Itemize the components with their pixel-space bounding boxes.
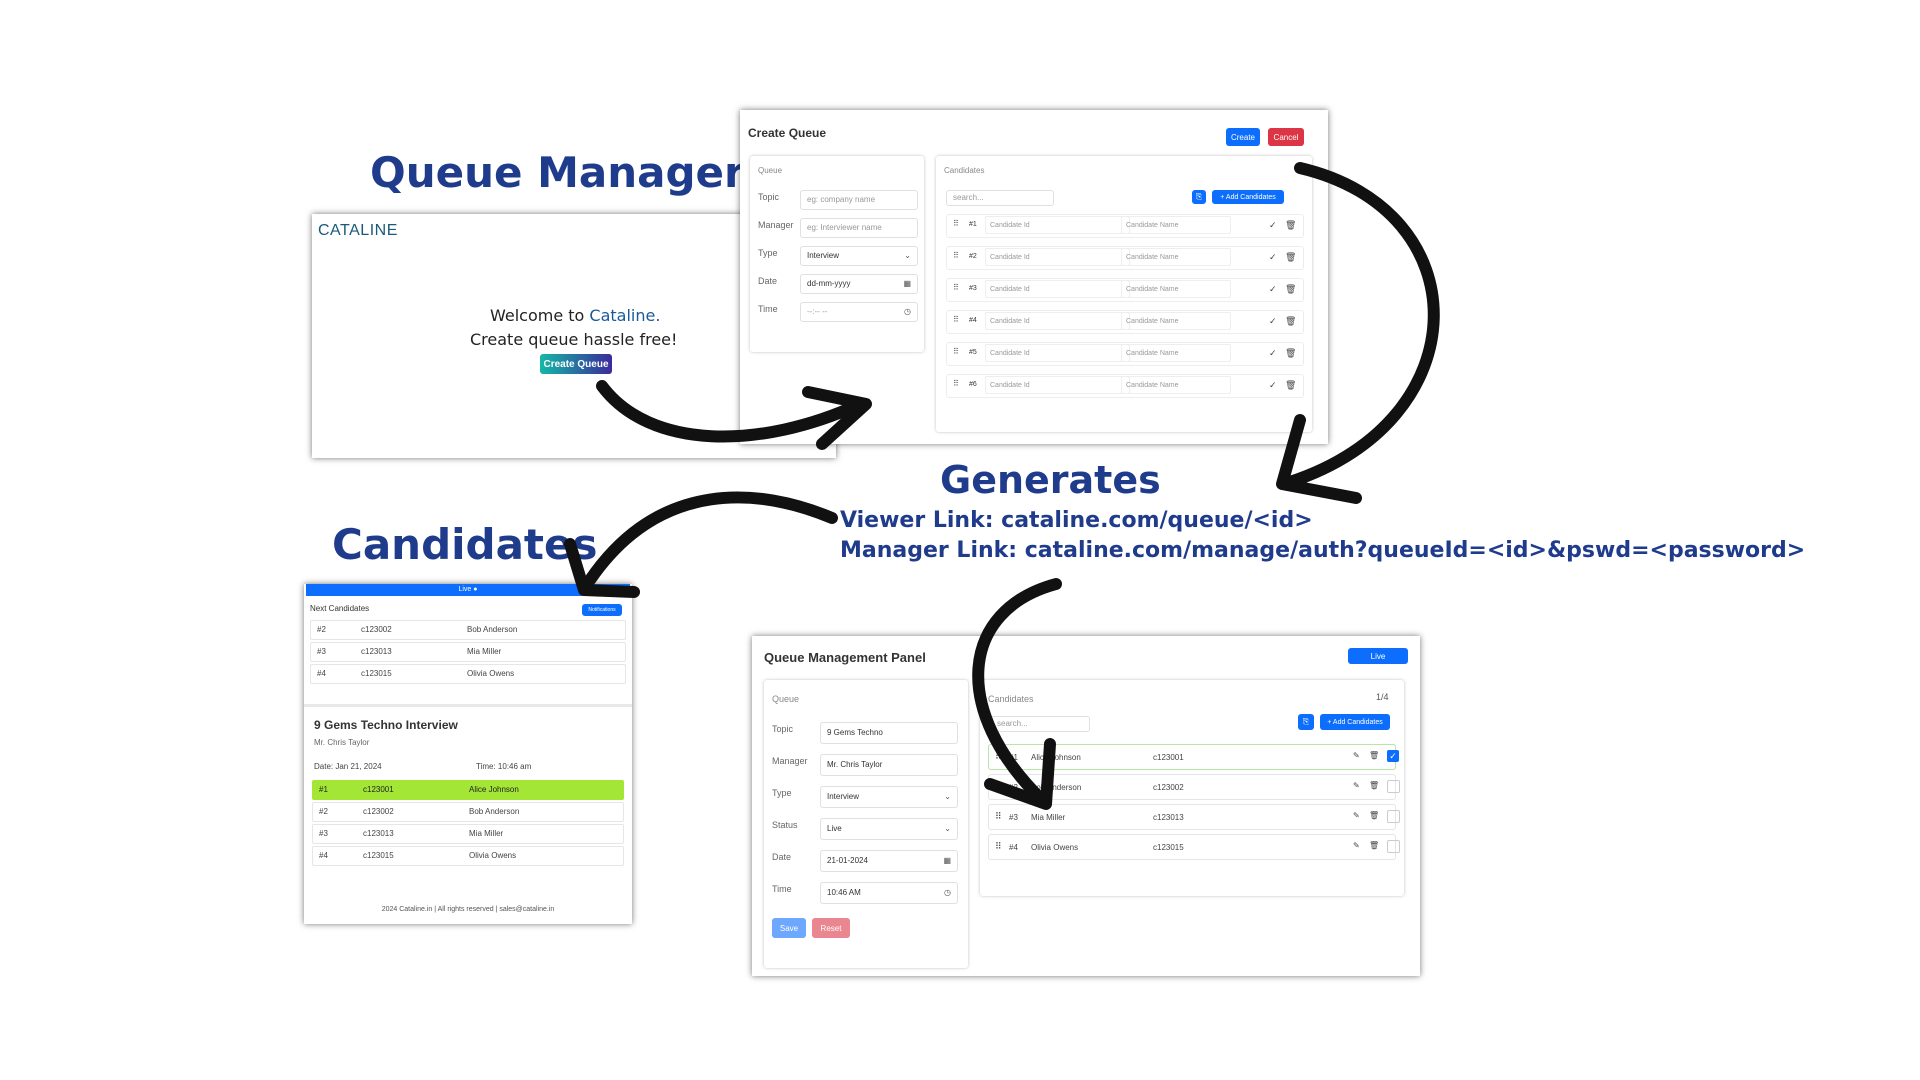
- arrow-generates-to-candidates: [584, 491, 838, 586]
- arrow-create-to-generates: [1284, 162, 1440, 488]
- flow-arrows: [564, 162, 1440, 810]
